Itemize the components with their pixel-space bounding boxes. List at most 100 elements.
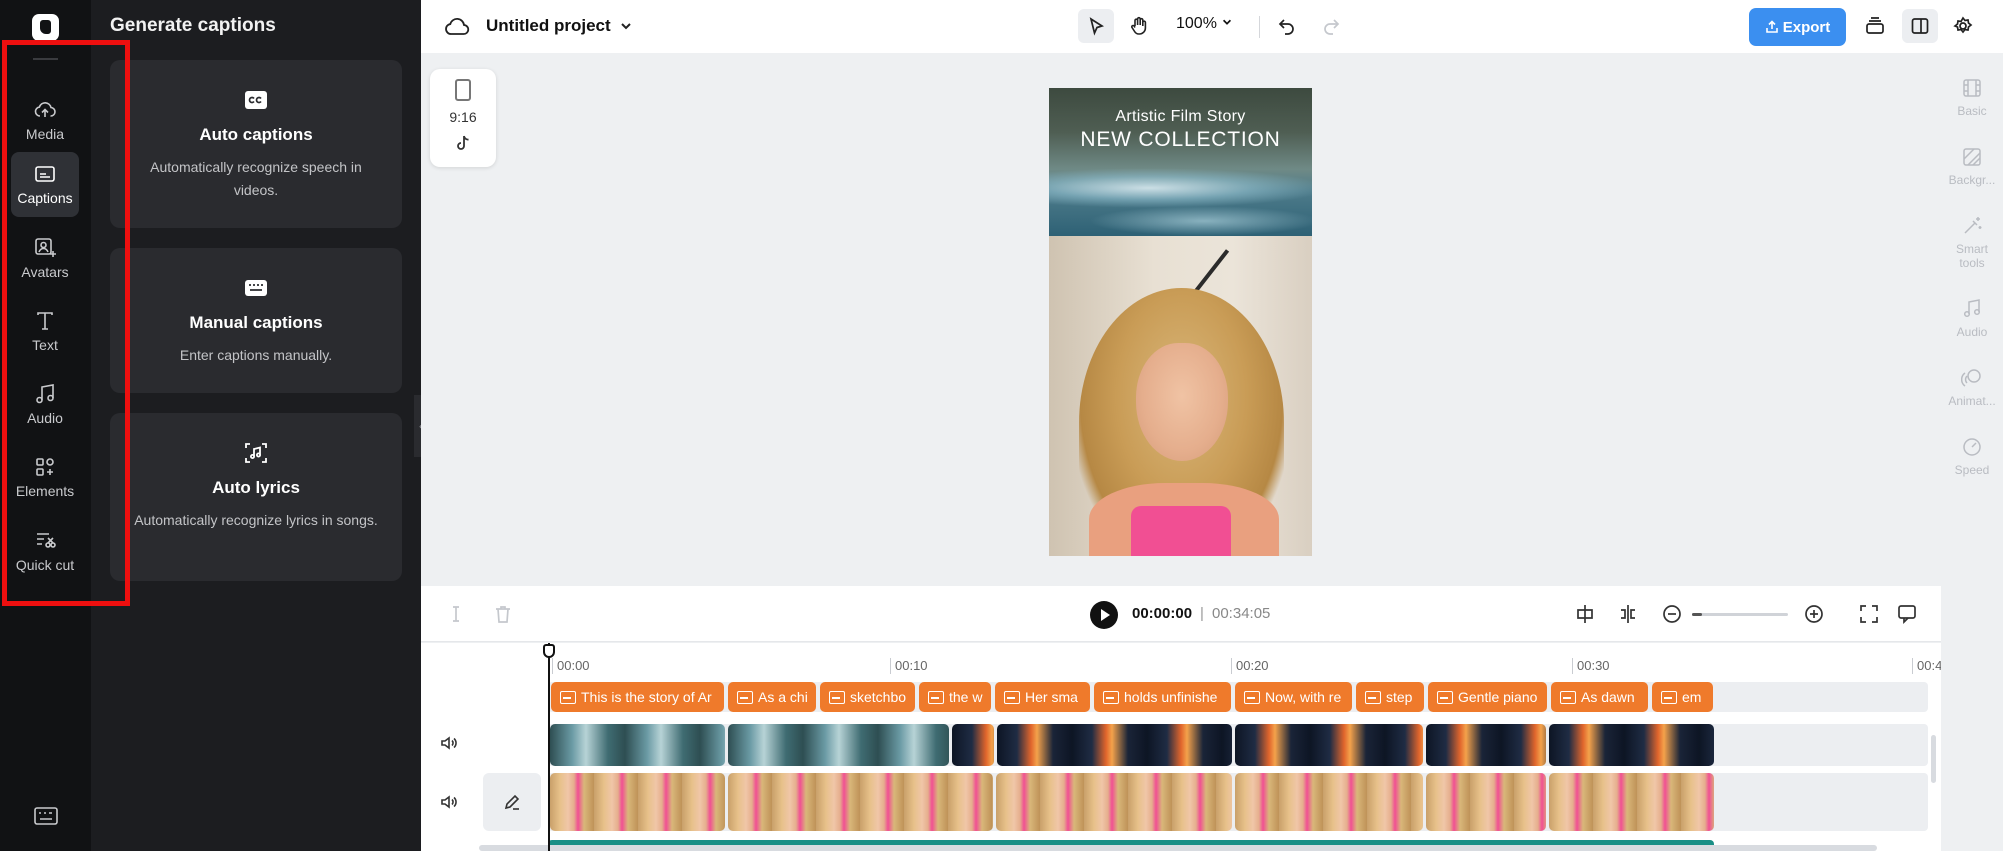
caption-clip[interactable]: Now, with re <box>1235 682 1352 712</box>
caption-clip[interactable]: step <box>1356 682 1424 712</box>
properties-rail: Basic Backgr... Smart tools Audio Animat… <box>1941 60 2003 590</box>
prop-label: Animat... <box>1948 394 1996 408</box>
export-icon <box>1765 20 1778 33</box>
captions-panel: Generate captions Auto captions Automati… <box>91 0 428 851</box>
speaker-icon[interactable] <box>440 793 458 811</box>
export-button[interactable]: Export <box>1749 8 1846 46</box>
caption-clip[interactable]: As a chi <box>728 682 816 712</box>
card-title: Auto captions <box>199 125 313 144</box>
caption-clip[interactable]: As dawn <box>1551 682 1648 712</box>
edit-cover-button[interactable] <box>483 773 541 831</box>
time-ruler[interactable]: 00:00 00:10 00:20 00:30 00:4 <box>421 643 1941 674</box>
vertical-scrollbar[interactable] <box>1931 735 1936 783</box>
magic-wand-icon <box>1964 217 1982 234</box>
prop-audio[interactable]: Audio <box>1941 298 2003 339</box>
overlay-title[interactable]: Artistic Film Story <box>1049 108 1312 126</box>
speaker-top <box>1131 506 1231 556</box>
settings-button[interactable] <box>1945 9 1981 43</box>
caption-clip[interactable]: sketchbo <box>820 682 915 712</box>
hand-icon <box>1131 16 1147 35</box>
split-clip-icon[interactable] <box>1617 603 1639 625</box>
video-preview[interactable]: Artistic Film Story NEW COLLECTION <box>1049 88 1312 556</box>
app-logo[interactable] <box>32 14 59 41</box>
cloud-sync-icon[interactable] <box>444 15 470 37</box>
broll-clip[interactable] <box>952 724 994 766</box>
prop-background[interactable]: Backgr... <box>1941 146 2003 187</box>
zoom-in-icon[interactable] <box>1803 603 1825 625</box>
prop-animation[interactable]: Animat... <box>1941 367 2003 408</box>
manual-captions-card[interactable]: Manual captions Enter captions manually. <box>110 248 402 393</box>
broll-clip[interactable] <box>1235 724 1423 766</box>
sidebar-item-text[interactable]: Text <box>11 299 79 363</box>
prop-smart-tools[interactable]: Smart tools <box>1941 215 2003 270</box>
music-note-icon <box>36 384 54 404</box>
snap-icon[interactable] <box>1574 603 1596 625</box>
video-clip[interactable] <box>1549 773 1714 831</box>
sidebar-item-elements[interactable]: Elements <box>11 445 79 509</box>
overlay-subtitle[interactable]: NEW COLLECTION <box>1049 128 1312 152</box>
toolbar-divider <box>1259 16 1260 38</box>
project-name[interactable]: Untitled project <box>486 16 611 36</box>
redo-button[interactable] <box>1313 9 1349 43</box>
rail-divider <box>33 58 58 60</box>
split-icon[interactable] <box>445 603 467 625</box>
horizontal-scrollbar[interactable] <box>479 845 1877 851</box>
sidebar-item-media[interactable]: Media <box>11 88 79 152</box>
playhead-handle[interactable] <box>543 644 555 658</box>
aspect-ratio-selector[interactable]: 9:16 <box>430 69 496 167</box>
caption-clip[interactable]: Her sma <box>995 682 1090 712</box>
caption-clip[interactable]: the w <box>919 682 991 712</box>
caption-clip[interactable]: em <box>1652 682 1713 712</box>
zoom-dropdown[interactable]: 100% <box>1176 15 1233 33</box>
sidebar-item-captions[interactable]: Captions <box>11 152 79 217</box>
video-clip[interactable] <box>728 773 993 831</box>
prop-label: Speed <box>1954 463 1990 477</box>
broll-clip[interactable] <box>728 724 949 766</box>
sidebar-item-audio[interactable]: Audio <box>11 372 79 436</box>
undo-icon <box>1278 19 1294 35</box>
sidebar-item-quick-cut[interactable]: Quick cut <box>11 518 79 598</box>
broll-clip[interactable] <box>1426 724 1546 766</box>
broll-clip[interactable] <box>1549 724 1714 766</box>
video-clip[interactable] <box>1426 773 1546 831</box>
select-tool-button[interactable] <box>1078 9 1114 43</box>
prop-speed[interactable]: Speed <box>1941 436 2003 477</box>
panel-title: Generate captions <box>110 15 276 36</box>
sidebar-item-label: Text <box>32 337 58 353</box>
chevron-down-icon[interactable] <box>619 19 633 33</box>
card-title: Auto lyrics <box>212 478 300 497</box>
video-clip[interactable] <box>550 773 725 831</box>
trash-icon[interactable] <box>492 603 514 625</box>
background-icon <box>1963 148 1981 166</box>
card-description: Enter captions manually. <box>179 347 333 363</box>
panel-layout-button[interactable] <box>1902 9 1938 43</box>
wave-foam <box>1089 206 1312 236</box>
playhead[interactable] <box>548 643 550 851</box>
fullscreen-icon[interactable] <box>1858 603 1880 625</box>
speaker-icon[interactable] <box>440 734 458 752</box>
caption-clip[interactable]: This is the story of Ar <box>551 682 724 712</box>
prop-basic[interactable]: Basic <box>1941 77 2003 118</box>
undo-button[interactable] <box>1269 9 1305 43</box>
ruler-tick: 00:20 <box>1231 658 1269 674</box>
play-button[interactable] <box>1090 601 1118 629</box>
hand-tool-button[interactable] <box>1121 9 1157 43</box>
layers-button[interactable] <box>1857 9 1893 43</box>
zoom-out-icon[interactable] <box>1661 603 1683 625</box>
auto-lyrics-card[interactable]: Auto lyrics Automatically recognize lyri… <box>110 413 402 581</box>
auto-captions-card[interactable]: Auto captions Automatically recognize sp… <box>110 60 402 228</box>
split-panel-icon <box>1911 18 1929 34</box>
aspect-ratio-label: 9:16 <box>449 109 477 125</box>
keyboard-shortcuts-icon[interactable] <box>33 806 59 826</box>
card-title: Manual captions <box>189 313 323 332</box>
broll-clip[interactable] <box>550 724 725 766</box>
caption-clip[interactable]: holds unfinishe <box>1094 682 1231 712</box>
video-clip[interactable] <box>1235 773 1423 831</box>
video-clip[interactable] <box>996 773 1232 831</box>
broll-clip[interactable] <box>997 724 1232 766</box>
timeline-zoom-slider[interactable] <box>1692 613 1788 616</box>
sidebar-item-avatars[interactable]: Avatars <box>11 226 79 290</box>
caption-clip[interactable]: Gentle piano <box>1428 682 1547 712</box>
text-icon <box>37 312 53 330</box>
comment-icon[interactable] <box>1896 603 1918 625</box>
